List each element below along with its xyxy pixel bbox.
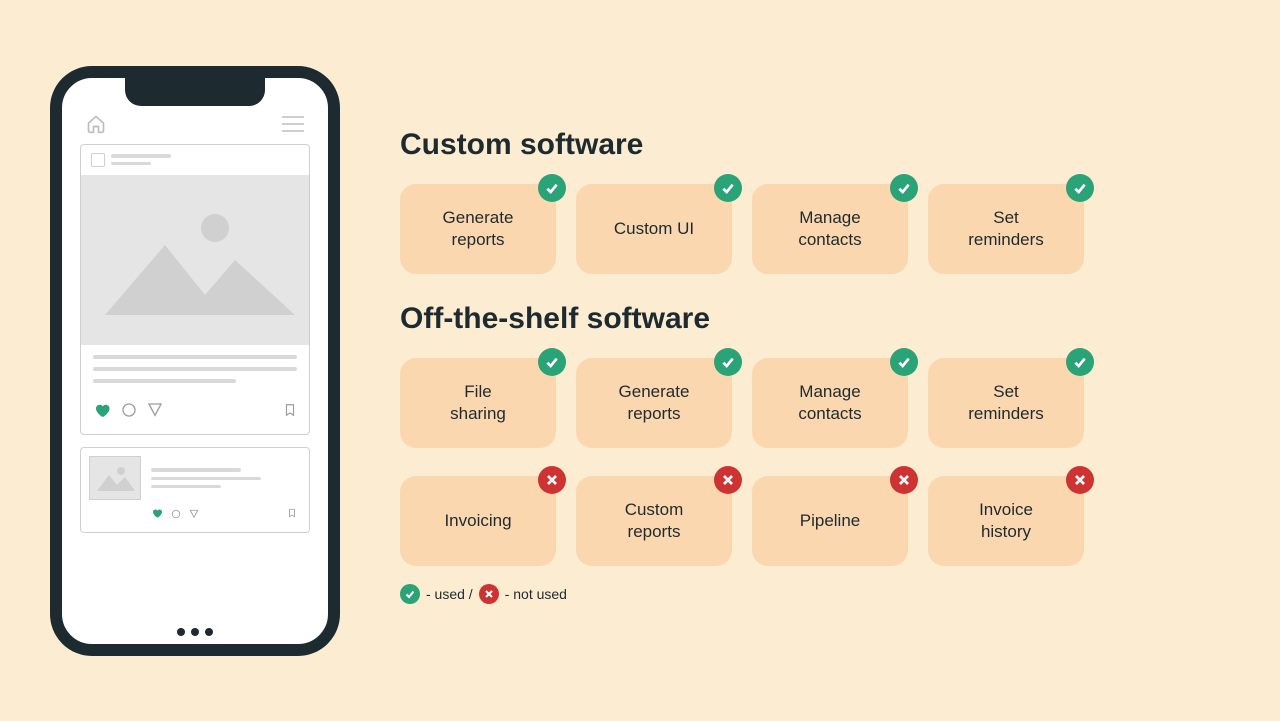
check-icon <box>714 348 742 376</box>
cross-icon <box>714 466 742 494</box>
feature-tile: Manage contacts <box>752 184 908 274</box>
phone-notch <box>125 76 265 106</box>
check-icon <box>1066 174 1094 202</box>
feature-label: Manage contacts <box>798 207 861 250</box>
feature-label: Invoicing <box>444 510 511 531</box>
feed-card <box>80 144 310 435</box>
feature-label: Custom reports <box>625 499 684 542</box>
diagram-layout: Custom software Generate reports Custom U… <box>50 66 1230 656</box>
avatar-icon <box>91 153 105 167</box>
cross-icon <box>890 466 918 494</box>
phone-screen <box>70 88 320 533</box>
check-icon <box>890 174 918 202</box>
feature-label: Generate reports <box>619 381 690 424</box>
feature-label: Set reminders <box>968 207 1044 250</box>
image-placeholder <box>81 175 309 345</box>
legend: - used / - not used <box>400 584 1230 604</box>
share-icon <box>147 402 163 423</box>
feature-label: Set reminders <box>968 381 1044 424</box>
feature-label: Generate reports <box>443 207 514 250</box>
cross-icon <box>538 466 566 494</box>
comment-icon <box>121 402 137 423</box>
hamburger-icon <box>282 116 304 132</box>
custom-grid: Generate reports Custom UI Manage contacts… <box>400 184 1230 274</box>
feature-tile: File sharing <box>400 358 556 448</box>
feature-tile: Custom reports <box>576 476 732 566</box>
check-icon <box>714 174 742 202</box>
section-title-custom: Custom software <box>400 128 1230 162</box>
feature-tile: Invoicing <box>400 476 556 566</box>
check-icon <box>1066 348 1094 376</box>
phone-mockup <box>50 66 340 656</box>
legend-used-text: - used / <box>426 586 473 602</box>
pager-dots <box>177 628 213 636</box>
cross-icon <box>479 584 499 604</box>
image-placeholder-small <box>89 456 141 500</box>
heart-icon <box>151 506 163 524</box>
feature-tile: Invoice history <box>928 476 1084 566</box>
feature-tile: Set reminders <box>928 358 1084 448</box>
ots-grid-used: File sharing Generate reports Manage conta… <box>400 358 1230 448</box>
feature-tile: Pipeline <box>752 476 908 566</box>
feature-label: Manage contacts <box>798 381 861 424</box>
comparison-panel: Custom software Generate reports Custom U… <box>400 118 1230 604</box>
ots-grid-notused: Invoicing Custom reports Pipeline Invoice h… <box>400 476 1230 566</box>
home-icon <box>86 114 106 134</box>
phone-topbar <box>80 114 310 144</box>
bookmark-icon <box>283 401 297 424</box>
section-title-ots: Off-the-shelf software <box>400 302 1230 336</box>
bookmark-icon <box>287 506 297 524</box>
heart-icon <box>93 401 111 424</box>
feature-label: Custom UI <box>614 218 694 239</box>
share-icon <box>189 506 199 524</box>
check-icon <box>538 348 566 376</box>
feature-tile: Generate reports <box>576 358 732 448</box>
legend-notused-text: - not used <box>505 586 567 602</box>
feature-label: File sharing <box>450 381 506 424</box>
feature-tile: Set reminders <box>928 184 1084 274</box>
comment-icon <box>171 506 181 524</box>
feature-tile: Manage contacts <box>752 358 908 448</box>
feature-label: Pipeline <box>800 510 861 531</box>
feed-card-small <box>80 447 310 533</box>
feature-tile: Generate reports <box>400 184 556 274</box>
feature-tile: Custom UI <box>576 184 732 274</box>
check-icon <box>538 174 566 202</box>
check-icon <box>890 348 918 376</box>
feature-label: Invoice history <box>979 499 1033 542</box>
check-icon <box>400 584 420 604</box>
cross-icon <box>1066 466 1094 494</box>
